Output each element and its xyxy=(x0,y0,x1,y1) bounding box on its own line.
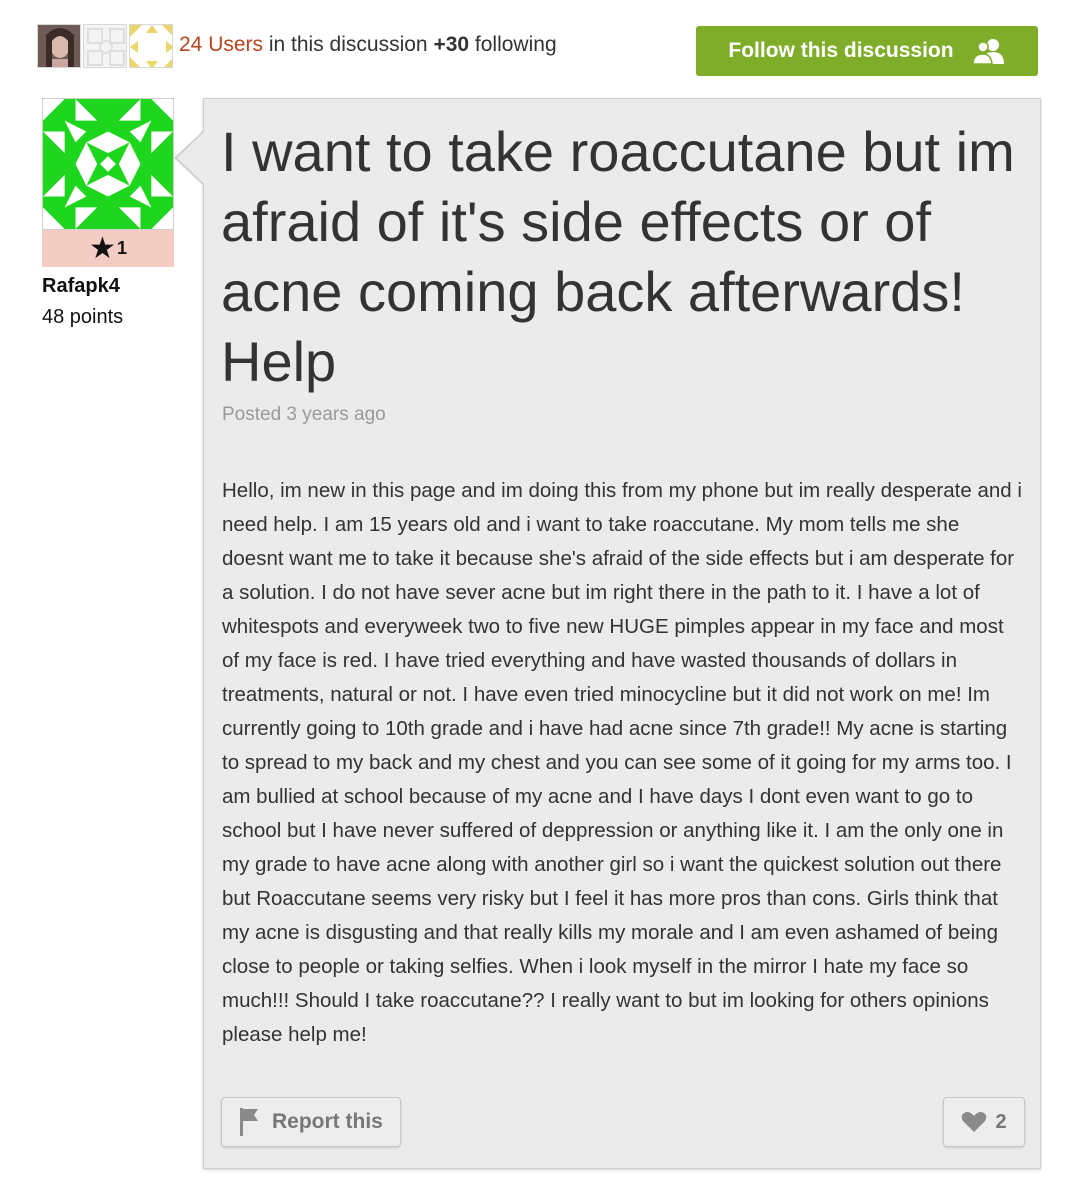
flag-icon xyxy=(238,1107,260,1137)
participant-avatar[interactable] xyxy=(83,24,127,68)
participants-summary: 24 Users in this discussion +30 followin… xyxy=(179,33,557,57)
post-pointer-fill xyxy=(177,131,205,185)
users-text: in this discussion xyxy=(263,33,434,56)
follow-discussion-button[interactable]: Follow this discussion xyxy=(696,26,1038,76)
like-count: 2 xyxy=(995,1110,1007,1133)
star-icon: ★ xyxy=(89,231,116,265)
post-title: I want to take roaccutane but im afraid … xyxy=(221,120,1015,393)
author-name[interactable]: Rafapk4 xyxy=(42,275,174,298)
author-badge: ★ 1 xyxy=(42,230,174,267)
author-card: ★ 1 Rafapk4 48 points xyxy=(42,98,174,329)
report-button-label: Report this xyxy=(272,1110,383,1133)
participant-avatars xyxy=(37,24,173,68)
heart-icon xyxy=(961,1111,987,1133)
discussion-header: 24 Users in this discussion +30 followin… xyxy=(0,0,1074,90)
users-count-link[interactable]: 24 Users xyxy=(179,33,263,56)
follow-button-label: Follow this discussion xyxy=(728,39,954,62)
participant-avatar[interactable] xyxy=(129,24,173,68)
people-icon xyxy=(971,37,1006,65)
discussion-post: I want to take roaccutane but im afraid … xyxy=(203,98,1041,1169)
author-points: 48 points xyxy=(42,306,124,328)
post-body: Hello, im new in this page and im doing … xyxy=(222,479,1022,1046)
following-count: +30 xyxy=(433,33,470,56)
post-timestamp: Posted 3 years ago xyxy=(222,404,386,425)
following-text: following xyxy=(469,33,557,56)
like-button[interactable]: 2 xyxy=(943,1097,1025,1147)
participant-avatar[interactable] xyxy=(37,24,81,68)
report-button[interactable]: Report this xyxy=(221,1097,401,1147)
author-avatar[interactable] xyxy=(42,98,174,230)
badge-count: 1 xyxy=(116,238,127,258)
